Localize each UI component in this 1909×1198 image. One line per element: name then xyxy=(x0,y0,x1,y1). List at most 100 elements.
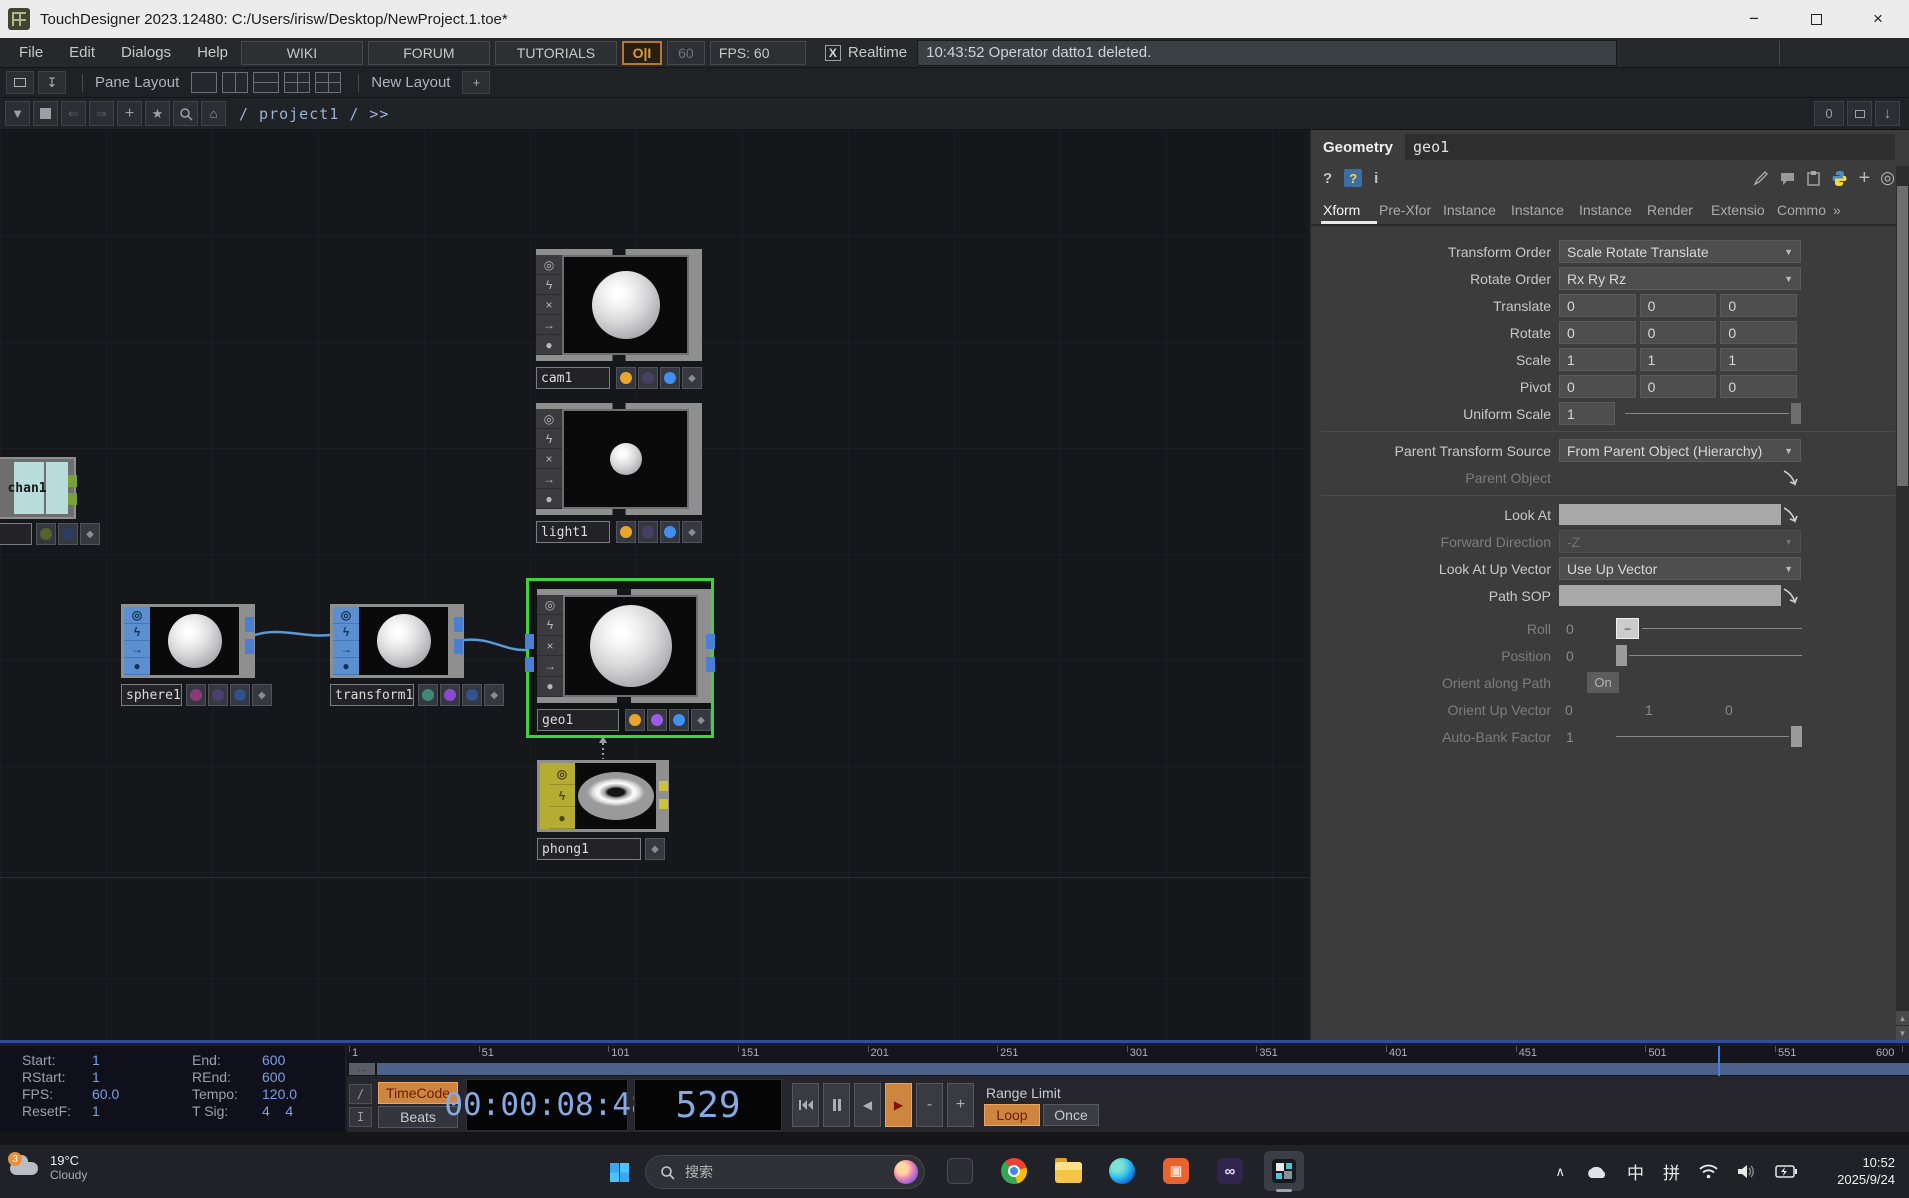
param-value-field[interactable]: 0 xyxy=(1559,321,1636,344)
node-geo1-selected[interactable]: ◎ ϟ × → ● geo1 ◆ xyxy=(526,578,714,738)
tabs-overflow-chevron-icon[interactable]: » xyxy=(1831,202,1853,224)
node-light1[interactable]: ◎ ϟ × → ● light1 ◆ xyxy=(536,403,702,543)
star-dot[interactable]: ◆ xyxy=(682,521,702,543)
output-connector[interactable] xyxy=(706,657,715,672)
network-editor[interactable]: ◎ ϟ × → ● cam1 ◆ xyxy=(0,130,1309,1040)
speaker-icon[interactable] xyxy=(1737,1164,1756,1179)
star-dot[interactable]: ◆ xyxy=(484,684,504,706)
operator-ref-field[interactable] xyxy=(1559,504,1781,525)
node-name[interactable]: transform1 xyxy=(330,684,414,706)
output-connector[interactable] xyxy=(454,617,463,632)
slider-track[interactable] xyxy=(1629,655,1802,656)
timeline-info-value[interactable]: 1 xyxy=(92,1069,192,1085)
node-viewer[interactable] xyxy=(563,595,698,697)
viewer-flag-icon[interactable]: ◎ xyxy=(536,255,562,275)
export-flag-icon[interactable]: → xyxy=(124,641,150,658)
node-flags[interactable]: ◎ ϟ × → ● xyxy=(536,255,562,355)
search-box[interactable]: 搜索 xyxy=(645,1155,925,1189)
output-connector[interactable] xyxy=(68,475,77,487)
node-name[interactable]: geo1 xyxy=(537,709,619,731)
layout-three-pane-button[interactable] xyxy=(284,72,310,93)
input-connector[interactable] xyxy=(525,634,534,649)
render-flag-icon[interactable]: ϟ xyxy=(536,429,562,449)
timeline-range-bar[interactable]: ... xyxy=(347,1062,1909,1076)
param-value-field[interactable]: 0 xyxy=(1640,321,1717,344)
help-icon[interactable]: ? xyxy=(1323,170,1332,187)
range-handle[interactable]: ... xyxy=(349,1063,375,1075)
frame-minus-button[interactable]: - xyxy=(916,1083,943,1127)
operator-picker-icon[interactable] xyxy=(1781,470,1799,486)
param-dropdown[interactable]: From Parent Object (Hierarchy)▼ xyxy=(1559,439,1801,462)
color-dot-violet[interactable] xyxy=(440,684,460,706)
color-dot-magenta[interactable] xyxy=(186,684,206,706)
operator-ref-field[interactable] xyxy=(1559,585,1781,606)
param-dropdown[interactable]: Rx Ry Rz▼ xyxy=(1559,267,1801,290)
target-icon[interactable]: ◎ xyxy=(1880,168,1895,188)
color-dot-blue[interactable] xyxy=(660,367,680,389)
stop-icon[interactable] xyxy=(33,101,58,126)
edge-icon[interactable] xyxy=(1102,1151,1142,1191)
export-flag-icon[interactable]: → xyxy=(333,641,359,658)
operator-picker-icon[interactable] xyxy=(1781,507,1799,523)
clock-widget[interactable]: 10:52 2025/9/24 xyxy=(1837,1154,1895,1188)
star-dot[interactable]: ◆ xyxy=(682,367,702,389)
node-flags[interactable]: ◎ ϟ × → ● xyxy=(537,595,563,697)
maximize-button[interactable] xyxy=(1785,0,1847,38)
timeline-info-value[interactable]: 60.0 xyxy=(92,1086,192,1102)
scroll-down-icon[interactable]: ▼ xyxy=(1896,1026,1909,1040)
star-dot[interactable]: ◆ xyxy=(252,684,272,706)
color-dot-violet[interactable] xyxy=(647,709,667,731)
collapse-pane-icon[interactable]: ↓ xyxy=(1875,101,1900,126)
node-flags[interactable]: ◎ ϟ × → ● xyxy=(536,409,562,509)
output-connector[interactable] xyxy=(245,617,254,632)
node-viewer[interactable] xyxy=(562,255,689,355)
python-icon[interactable] xyxy=(1831,170,1848,187)
pane-menu-dropdown-icon[interactable]: ▼ xyxy=(5,101,30,126)
star-dot[interactable]: ◆ xyxy=(80,523,100,545)
output-connector[interactable] xyxy=(659,781,668,791)
param-value-field[interactable]: 1 xyxy=(1720,348,1797,371)
timecode-display[interactable]: 00:00:08:48 xyxy=(466,1079,628,1131)
menu-edit[interactable]: Edit xyxy=(56,44,108,61)
viewer-flag-icon[interactable]: ◎ xyxy=(124,607,150,624)
node-name[interactable]: 76 chan1 xyxy=(0,481,47,496)
color-dot-teal[interactable] xyxy=(418,684,438,706)
param-value-field[interactable]: 0 xyxy=(1640,375,1717,398)
param-value-field[interactable]: 0 xyxy=(1720,321,1797,344)
tab-render-5[interactable]: Render xyxy=(1645,202,1709,224)
render-flag-icon[interactable]: ϟ xyxy=(124,624,150,641)
color-dot-purple[interactable] xyxy=(638,367,658,389)
close-button[interactable]: × xyxy=(1847,0,1909,38)
float-pane-icon[interactable] xyxy=(6,71,34,94)
back-arrow-icon[interactable]: ⇐ xyxy=(61,101,86,126)
scroll-up-icon[interactable]: ▲ xyxy=(1896,1011,1909,1025)
file-explorer-icon[interactable] xyxy=(1048,1151,1088,1191)
param-value-field[interactable]: 1 xyxy=(1640,348,1717,371)
tab-instance-4[interactable]: Instance xyxy=(1577,202,1645,224)
render-flag-icon[interactable]: ϟ xyxy=(537,615,563,635)
clipboard-icon[interactable] xyxy=(1806,170,1821,186)
color-dot-blue[interactable] xyxy=(669,709,689,731)
param-value-field[interactable]: 0 xyxy=(1720,375,1797,398)
param-dropdown[interactable]: Scale Rotate Translate▼ xyxy=(1559,240,1801,263)
add-icon[interactable]: + xyxy=(117,101,142,126)
output-connector[interactable] xyxy=(68,493,77,505)
jump-to-start-icon[interactable] xyxy=(792,1083,819,1127)
node-viewer[interactable] xyxy=(562,409,689,509)
menu-help[interactable]: Help xyxy=(184,44,241,61)
param-value-field[interactable]: 1 xyxy=(1559,402,1615,425)
play-icon[interactable]: ▶ xyxy=(885,1083,912,1127)
color-dot-blue[interactable] xyxy=(58,523,78,545)
color-dot-orange[interactable] xyxy=(616,521,636,543)
bookmark-star-icon[interactable]: ★ xyxy=(145,101,170,126)
node-geo1[interactable]: ◎ ϟ × → ● geo1 ◆ xyxy=(537,589,711,731)
bypass-flag-icon[interactable]: ● xyxy=(537,677,563,697)
search-highlight-icon[interactable] xyxy=(894,1160,918,1184)
color-dot-blue[interactable] xyxy=(660,521,680,543)
slider-track[interactable] xyxy=(1642,628,1802,629)
display-flag-icon[interactable]: × xyxy=(536,449,562,469)
slider-track[interactable] xyxy=(1625,413,1789,414)
render-flag-icon[interactable]: ϟ xyxy=(549,785,575,807)
battery-icon[interactable] xyxy=(1775,1165,1797,1178)
tab-instance-2[interactable]: Instance xyxy=(1441,202,1509,224)
